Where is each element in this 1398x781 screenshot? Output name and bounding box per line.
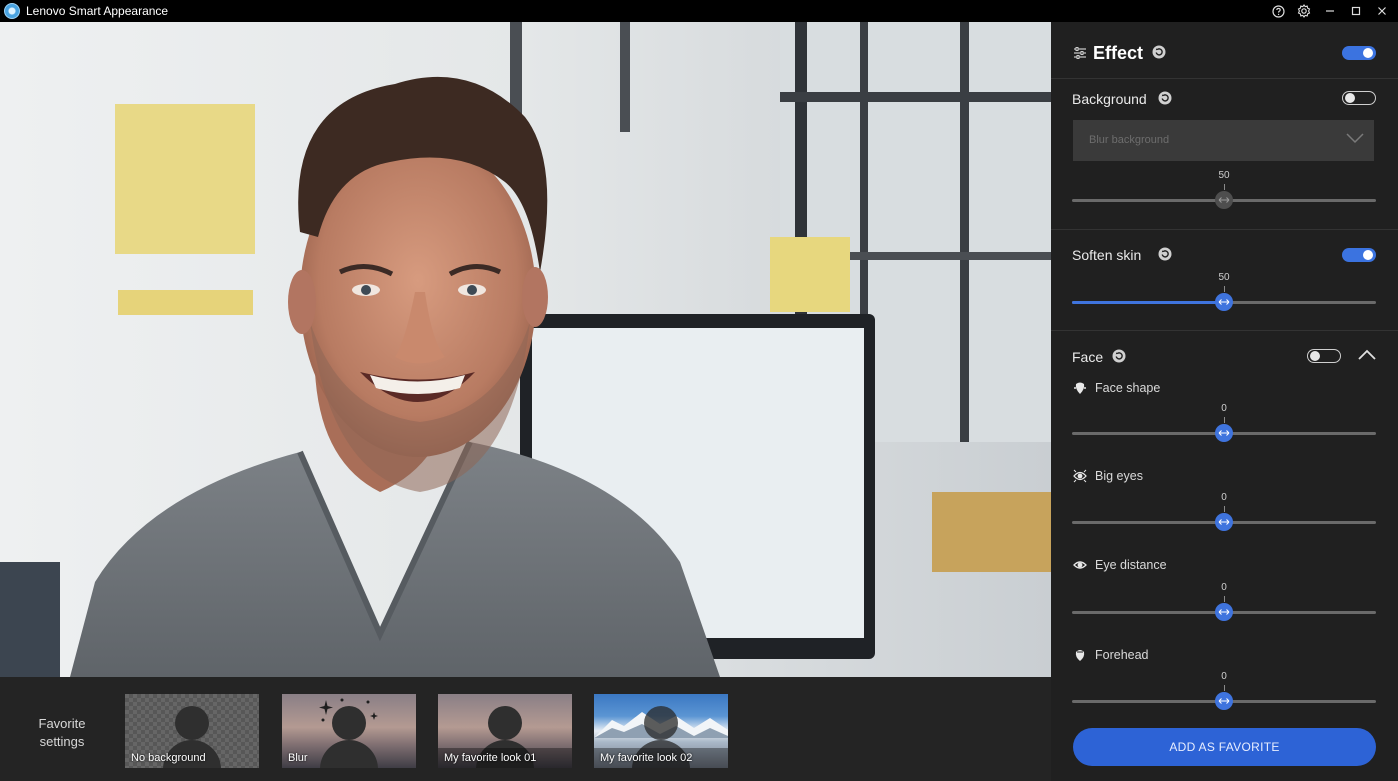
slider-thumb[interactable] [1215,424,1233,442]
person-silhouette-icon [332,706,366,740]
favorites-label: Favorite settings [38,716,86,749]
face-reset-icon[interactable] [1112,349,1126,363]
effect-title: Effect [1093,43,1144,63]
eye-distance-slider[interactable]: 0 [1072,582,1376,622]
slider-value: 50 [1218,170,1230,181]
slider-thumb[interactable] [1215,513,1233,531]
close-icon[interactable] [1374,3,1390,19]
slider-thumb[interactable] [1215,293,1233,311]
favorite-look-02[interactable]: My favorite look 02 [594,694,728,768]
resize-arrows-icon [1218,519,1230,525]
forehead-icon [1075,650,1085,661]
chevron-down-icon [1346,133,1364,144]
add-as-favorite-button[interactable]: ADD AS FAVORITE [1073,728,1376,766]
slider-value: 0 [1221,403,1227,414]
slider-value: 0 [1221,492,1227,503]
background-type-dropdown[interactable]: Blur background [1073,120,1374,161]
soften-skin-title: Soften skin [1072,247,1142,263]
slider-thumb[interactable] [1215,191,1233,209]
favorite-name: My favorite look 01 [444,752,537,764]
background-blur-slider[interactable]: 50 [1072,170,1376,210]
settings-icon[interactable] [1296,3,1312,19]
app-logo-icon [4,3,20,19]
resize-arrows-icon [1218,197,1230,203]
face-shape-label: Face shape [1095,381,1161,395]
maximize-icon[interactable] [1348,3,1364,19]
favorite-name: My favorite look 02 [600,752,693,764]
camera-feed-image [0,22,1051,677]
forehead-label: Forehead [1095,648,1149,662]
soften-skin-reset-icon[interactable] [1158,247,1172,261]
eye-distance-label: Eye distance [1095,558,1167,572]
person-silhouette-icon [488,706,522,740]
person-silhouette-icon [644,706,678,740]
resize-arrows-icon [1218,299,1230,305]
slider-value: 0 [1221,582,1227,593]
settings-panel: Effect Background Blur background 50 Sof… [1051,22,1398,781]
soften-skin-toggle[interactable] [1342,248,1376,262]
eye-distance-icon [1073,561,1087,569]
face-shape-icon [1074,382,1086,394]
face-toggle[interactable] [1307,349,1341,363]
dropdown-value: Blur background [1089,134,1170,146]
effect-reset-icon[interactable] [1152,45,1166,59]
background-title: Background [1072,91,1147,107]
chevron-up-icon[interactable] [1358,349,1376,361]
eye-icon [1073,469,1087,483]
soften-skin-slider[interactable]: 50 [1072,272,1376,312]
slider-thumb[interactable] [1215,692,1233,710]
face-shape-slider[interactable]: 0 [1072,403,1376,443]
person-silhouette-icon [175,706,209,740]
sliders-icon [1074,47,1086,59]
favorites-bar: Favorite settings No background Blur My … [0,677,1051,781]
background-reset-icon[interactable] [1158,91,1172,105]
camera-preview [0,22,1051,677]
title-bar: Lenovo Smart Appearance [0,0,1398,22]
forehead-slider[interactable]: 0 [1072,671,1376,711]
favorite-name: No background [131,752,206,764]
slider-value: 0 [1221,671,1227,682]
help-icon[interactable] [1270,3,1286,19]
favorite-blur[interactable]: Blur [282,694,416,768]
effect-toggle[interactable] [1342,46,1376,60]
favorite-look-01[interactable]: My favorite look 01 [438,694,572,768]
face-title: Face [1072,349,1104,365]
resize-arrows-icon [1218,609,1230,615]
minimize-icon[interactable] [1322,3,1338,19]
slider-value: 50 [1218,272,1230,283]
window-controls [1270,0,1390,22]
slider-thumb[interactable] [1215,603,1233,621]
big-eyes-label: Big eyes [1095,469,1143,483]
favorite-name: Blur [288,752,308,764]
big-eyes-slider[interactable]: 0 [1072,492,1376,532]
resize-arrows-icon [1218,430,1230,436]
favorite-no-background[interactable]: No background [125,694,259,768]
resize-arrows-icon [1218,698,1230,704]
background-toggle[interactable] [1342,91,1376,105]
window-title: Lenovo Smart Appearance [26,4,169,18]
